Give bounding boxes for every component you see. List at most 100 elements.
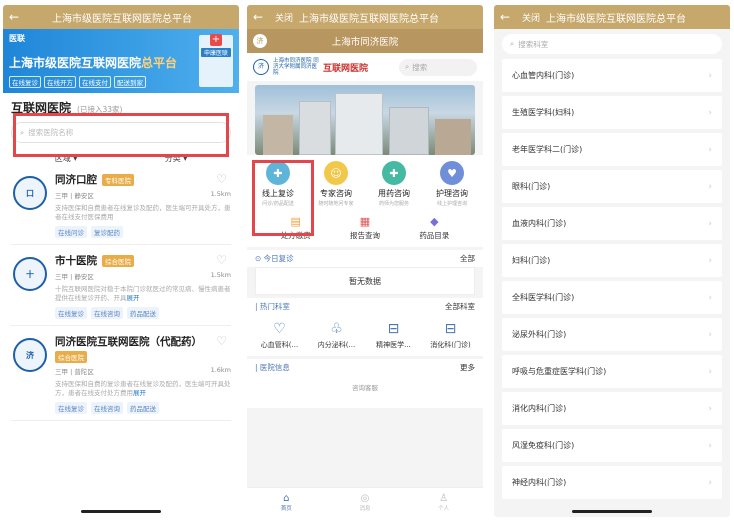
platform-banner: 医联 上海市级医院互联网医院总平台 在线复诊 在线开方 在线支付 配送到家 + … — [3, 29, 239, 93]
hospital-distance: 1.5km — [210, 271, 231, 279]
close-link[interactable]: 关闭 — [275, 11, 293, 24]
service-chip: 在线复诊 — [55, 402, 87, 414]
top-bar-title: 上海市级医院互联网医院总平台 — [546, 13, 687, 25]
hospital-info-label: | 医院信息 — [255, 363, 290, 372]
hospital-description: 支持医保和自费患者在线复诊及配药，医生端可开具处方，患者在线支付医保费用 — [55, 204, 231, 221]
department-list: 心血管内科(门诊) › 生殖医学科(妇科) › 老年医学科二(门诊) › 眼科(门诊)… — [502, 59, 722, 499]
hospital-level: 三甲 | 静安区 — [55, 192, 94, 200]
back-arrow-icon[interactable]: ← — [500, 10, 522, 24]
chevron-right-icon: › — [708, 403, 712, 414]
hospital-description: 支持医保和自费的复诊患者在线复诊及配药，医生端可开具处方，患者在线支付处方费用展… — [55, 380, 231, 397]
department-list-item[interactable]: 神经内科(门诊) › — [502, 466, 722, 499]
department-list-item[interactable]: 血液内科(门诊) › — [502, 207, 722, 240]
message-icon: ◎ — [360, 493, 370, 504]
hot-departments-label: | 热门科室 — [255, 302, 290, 311]
hospital-distance: 1.5km — [210, 190, 231, 198]
department-list-item[interactable]: 心血管内科(门诊) › — [502, 59, 722, 92]
top-bar: ← 关闭 上海市级医院互联网医院总平台 — [247, 5, 483, 29]
banner-tag: 在线开方 — [44, 76, 76, 88]
hospital-emblem: 济 — [13, 338, 47, 372]
chevron-right-icon: › — [708, 329, 712, 340]
back-arrow-icon[interactable]: ← — [253, 10, 275, 24]
banner-tag: 配送到家 — [114, 76, 146, 88]
department-list-item[interactable]: 风湿免疫科(门诊) › — [502, 429, 722, 462]
tab-profile[interactable]: ♙ 个人 — [438, 493, 449, 512]
today-revisit-label: ⊙ 今日复诊 — [255, 254, 294, 263]
hospital-emblem: 十 — [13, 257, 47, 291]
chevron-right-icon: › — [708, 292, 712, 303]
back-arrow-icon[interactable]: ← — [9, 10, 31, 24]
chevron-right-icon: › — [708, 440, 712, 451]
favorite-heart-icon[interactable]: ♡ — [216, 334, 227, 348]
doctor-icon: ☺ — [324, 161, 348, 185]
brand-row: 济 上海市同济医院 同济大学附属同济医院 互联网医院 ⌕ 搜索 — [247, 53, 483, 81]
all-departments-link[interactable]: 全部科室 — [445, 301, 475, 312]
department-list-item[interactable]: 眼科(门诊) › — [502, 170, 722, 203]
hospital-seal-logo: 济 — [253, 59, 269, 75]
department-endocrinology[interactable]: ♧ 内分泌科(... — [312, 321, 362, 350]
banner-tag: 在线支付 — [79, 76, 111, 88]
home-icon: ⌂ — [283, 493, 290, 504]
chevron-right-icon: › — [708, 366, 712, 377]
department-list-item[interactable]: 泌尿外科(门诊) › — [502, 318, 722, 351]
hospital-emblem: 口 — [13, 176, 47, 210]
search-icon: ⌕ — [405, 62, 410, 71]
department-psychiatry[interactable]: ⊟ 精神医学... — [369, 321, 419, 350]
top-bar-title: 上海市级医院互联网医院总平台 — [52, 13, 192, 25]
hospital-card[interactable]: 十 市十医院 综合医院 ♡ 三甲 | 静安区 1.5km 十院互联网医院对稳于本院门… — [11, 245, 231, 326]
favorite-heart-icon[interactable]: ♡ — [216, 172, 227, 186]
home-indicator — [572, 510, 652, 513]
customer-service-link[interactable]: 咨询客服 — [247, 376, 483, 408]
service-medication-consult[interactable]: ✚ 用药咨询 药师为您服务 — [369, 161, 419, 207]
department-list-item[interactable]: 生殖医学科(妇科) › — [502, 96, 722, 129]
hospital-distance: 1.6km — [210, 366, 231, 374]
service-chip: 在线问诊 — [55, 226, 87, 238]
department-list-item[interactable]: 呼吸与危重症医学科(门诊) › — [502, 355, 722, 388]
search-input[interactable]: ⌕ 搜索 — [399, 58, 477, 76]
department-gastroenterology[interactable]: ⊟ 消化科(门诊) — [426, 321, 476, 350]
tab-messages[interactable]: ◎ 消息 — [359, 493, 370, 512]
service-report-query[interactable]: ▦ 报告查询 — [335, 215, 395, 241]
stomach-icon: ♧ — [330, 321, 343, 337]
hospital-info-header: | 医院信息 更多 — [247, 359, 483, 376]
department-list-item[interactable]: 全科医学科(门诊) › — [502, 281, 722, 314]
top-bar-title: 上海市级医院互联网医院总平台 — [299, 13, 440, 25]
department-search-input[interactable]: ⌕ 搜索科室 — [502, 34, 722, 54]
highlight-box-online-revisit — [252, 160, 314, 236]
service-chip: 药品配送 — [127, 307, 159, 319]
favorite-heart-icon[interactable]: ♡ — [216, 253, 227, 267]
hospital-type-badge: 综合医院 — [55, 351, 87, 363]
person-icon: ♙ — [439, 493, 449, 504]
hospital-name: 市十医院 — [55, 255, 97, 267]
chevron-right-icon: › — [708, 181, 712, 192]
close-link[interactable]: 关闭 — [522, 11, 540, 24]
top-bar: ← 上海市级医院互联网医院总平台 — [3, 5, 239, 29]
search-icon: ⌕ — [510, 39, 515, 48]
hot-department-grid: ♡ 心血管科(... ♧ 内分泌科(... ⊟ 精神医学... ⊟ 消化科(门诊) — [247, 315, 483, 356]
expand-link[interactable]: 展开 — [133, 389, 146, 397]
chevron-right-icon: › — [708, 70, 712, 81]
user-avatar[interactable]: 济 — [253, 34, 267, 48]
chevron-right-icon: › — [708, 255, 712, 266]
department-list-item[interactable]: 老年医学科二(门诊) › — [502, 133, 722, 166]
department-cardiology[interactable]: ♡ 心血管科(... — [255, 321, 305, 350]
drug-catalog-icon: ◆ — [430, 215, 439, 228]
service-drug-catalog[interactable]: ◆ 药品目录 — [404, 215, 464, 241]
today-revisit-all-link[interactable]: 全部 — [460, 253, 475, 264]
today-revisit-header: ⊙ 今日复诊 全部 — [247, 250, 483, 267]
service-expert-consult[interactable]: ☺ 专家咨询 随时随地问专家 — [311, 161, 361, 207]
department-list-item[interactable]: 妇科(门诊) › — [502, 244, 722, 277]
tab-home[interactable]: ⌂ 首页 — [281, 493, 292, 512]
hospital-name: 同济口腔 — [55, 174, 97, 186]
service-nursing-consult[interactable]: ♥ 护理咨询 线上护理咨询 — [427, 161, 477, 207]
brand-name: 上海市同济医院 同济大学附属同济医院 — [273, 58, 319, 76]
expand-link[interactable]: 展开 — [127, 294, 140, 302]
bottom-tab-bar: ⌂ 首页 ◎ 消息 ♙ 个人 — [247, 487, 483, 517]
department-list-item[interactable]: 消化内科(门诊) › — [502, 392, 722, 425]
hospital-type-badge: 综合医院 — [102, 254, 134, 267]
hospital-card[interactable]: 济 同济医院互联网医院（代配药） 综合医院 ♡ 三甲 | 普陀区 1.6km 支持… — [11, 326, 231, 421]
service-chip: 复诊配药 — [91, 226, 123, 238]
hospital-card[interactable]: 口 同济口腔 专科医院 ♡ 三甲 | 静安区 1.5km 支持医保和自费患者在线复诊… — [11, 164, 231, 245]
hospital-info-more-link[interactable]: 更多 — [460, 362, 475, 373]
highlight-box-search — [13, 113, 229, 157]
